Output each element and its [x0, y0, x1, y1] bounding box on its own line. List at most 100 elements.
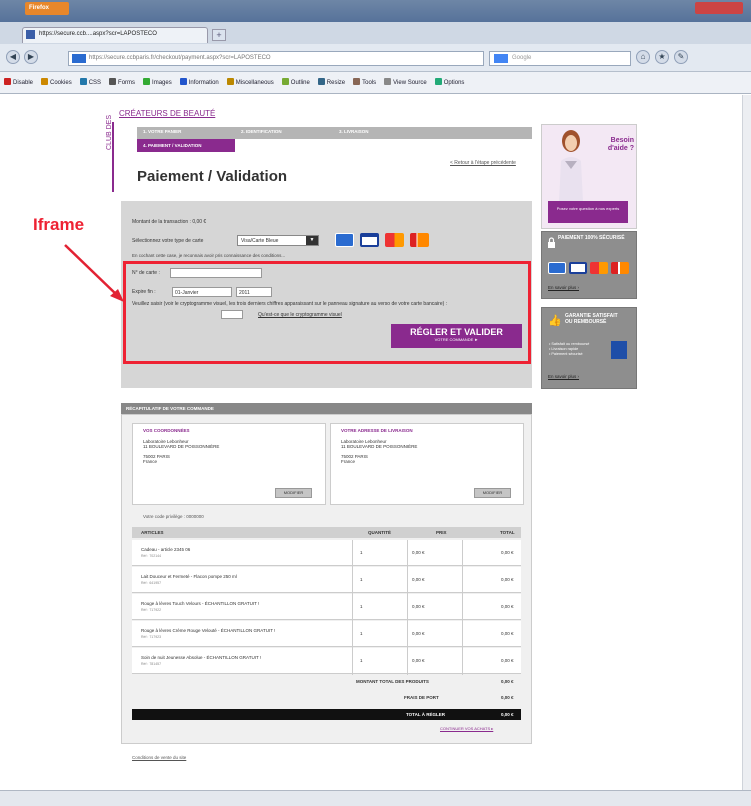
toolbar-item-label: View Source — [393, 80, 427, 86]
toolbar-item-cookies[interactable]: Cookies — [41, 78, 72, 86]
visa-logo — [360, 233, 379, 247]
product-quantity: 1 — [360, 604, 363, 609]
firefox-menu-button[interactable]: Firefox — [25, 2, 69, 15]
toolbar-item-tools[interactable]: Tools — [353, 78, 377, 86]
shipping-cost-label: FRAIS DE PORT — [404, 695, 439, 700]
toolbar-item-icon — [109, 78, 117, 85]
visa-logo — [569, 262, 587, 274]
secure-payment-title: PAIEMENT 100% SÉCURISÉ — [558, 235, 625, 241]
toolbar-item-css[interactable]: CSS — [79, 78, 101, 86]
address-line: France — [143, 459, 158, 464]
product-price: 0,00 € — [412, 658, 425, 663]
amex-logo — [611, 262, 629, 274]
bookmarks-icon[interactable]: ★ — [655, 50, 669, 64]
toolbar-item-icon — [143, 78, 151, 85]
product-price: 0,00 € — [412, 577, 425, 582]
carte-bleue-logo — [335, 233, 354, 247]
guarantee-learn-more-link[interactable]: En savoir plus › — [548, 374, 579, 379]
toolbar-item-view-source[interactable]: View Source — [384, 78, 427, 86]
amex-logo — [410, 233, 429, 247]
card-number-input[interactable] — [170, 268, 262, 278]
table-row: Rouge à lèvres Crème Rouge Velouté - ÉCH… — [132, 621, 521, 648]
product-name: Rouge à lèvres Touch Velours - ÉCHANTILL… — [141, 601, 260, 606]
subtotal-label: MONTANT TOTAL DES PRODUITS — [356, 679, 429, 684]
thumbs-up-icon: 👍 — [548, 315, 562, 327]
webdeveloper-toolbar: Disable Cookies CSS Forms Images Information M… — [0, 72, 751, 94]
toolbar-item-outline[interactable]: Outline — [281, 78, 310, 86]
addon-icon[interactable]: ✎ — [674, 50, 688, 64]
new-tab-button[interactable]: + — [212, 29, 226, 41]
home-icon[interactable]: ⌂ — [636, 50, 650, 64]
search-engine-icon[interactable] — [494, 54, 508, 63]
table-row: Rouge à lèvres Touch Velours - ÉCHANTILL… — [132, 594, 521, 621]
back-button[interactable]: ◀ — [6, 50, 20, 64]
forward-button[interactable]: ▶ — [24, 50, 38, 64]
grand-total-label: TOTAL À RÉGLER — [406, 712, 446, 717]
step-delivery[interactable]: 3. LIVRAISON — [339, 129, 369, 134]
site-identity-icon[interactable] — [72, 54, 86, 63]
toolbar-item-information[interactable]: Information — [179, 78, 219, 86]
product-ref: Réf : 717922 — [141, 608, 162, 612]
grand-total-value: 0,00 € — [501, 712, 514, 717]
product-ref: Réf : 717923 — [141, 635, 162, 639]
terms-of-sale-link[interactable]: Conditions de vente du site — [132, 755, 186, 760]
toolbar-item-miscellaneous[interactable]: Miscellaneous — [226, 78, 274, 86]
column-divider — [407, 648, 408, 675]
toolbar-item-label: Forms — [118, 80, 136, 86]
step-identification[interactable]: 2. IDENTIFICATION — [241, 129, 282, 134]
iframe-annotation-label: Iframe — [33, 215, 85, 234]
pay-validate-button[interactable]: RÉGLER ET VALIDER VOTRE COMMANDE ► — [391, 324, 522, 348]
product-name: Lait Douceur et Fermeté - Flacon pompe 2… — [141, 574, 237, 579]
product-price: 0,00 € — [412, 631, 425, 636]
browser-tab[interactable]: https://secure.ccb....aspx?scr=LAPOSTECO — [22, 27, 208, 43]
window-controls[interactable] — [695, 2, 743, 14]
toolbar-item-options[interactable]: Options — [434, 78, 464, 86]
toolbar-item-forms[interactable]: Forms — [109, 78, 136, 86]
column-divider — [352, 621, 353, 648]
product-total: 0,00 € — [501, 658, 514, 663]
secure-learn-more-link[interactable]: En savoir plus › — [548, 285, 579, 290]
ask-expert-button[interactable]: Posez votre question à nos experts — [548, 201, 628, 223]
column-divider — [462, 567, 463, 594]
lock-icon — [548, 237, 555, 248]
url-bar[interactable]: https://secure.ccbparis.fr/checkout/paym… — [68, 51, 484, 66]
column-header-price: PRIX — [436, 530, 447, 535]
subtotal-value: 0,00 € — [501, 679, 514, 684]
modify-shipping-button[interactable]: MODIFIER — [474, 488, 511, 498]
mastercard-logo — [590, 262, 608, 274]
toolbar-item-disable[interactable]: Disable — [4, 78, 33, 86]
chevron-down-icon[interactable]: ▼ — [306, 236, 318, 245]
search-input[interactable]: Google — [489, 51, 631, 66]
toolbar-item-images[interactable]: Images — [143, 78, 172, 86]
expiry-year-select[interactable]: 2011 — [236, 287, 272, 297]
cvv-help-link[interactable]: Qu'est-ce que le cryptogramme visuel — [258, 312, 342, 318]
subtotal-row: MONTANT TOTAL DES PRODUITS 0,00 € — [352, 676, 521, 687]
cvv-input[interactable] — [221, 310, 243, 319]
back-link[interactable]: < Retour à l'étape précédente — [450, 160, 516, 166]
step-cart[interactable]: 1. VOTRE PANIER — [143, 129, 181, 134]
toolbar-item-icon — [226, 78, 234, 85]
column-divider — [407, 540, 408, 567]
trust-badge-icon — [611, 341, 627, 359]
brand-logo[interactable]: CRÉATEURS DE BEAUTÉ — [119, 109, 215, 118]
modify-billing-button[interactable]: MODIFIER — [275, 488, 312, 498]
expiry-label: Expire fin : — [132, 289, 156, 295]
product-quantity: 1 — [360, 631, 363, 636]
table-row: Lait Douceur et Fermeté - Flacon pompe 2… — [132, 567, 521, 594]
remember-checkbox-label[interactable]: En cochant cette case, je reconnais avoi… — [132, 253, 285, 258]
expiry-month-select[interactable]: 01-Janvier — [172, 287, 232, 297]
product-total: 0,00 € — [501, 550, 514, 555]
products-table-header — [132, 527, 521, 538]
mastercard-logo — [385, 233, 404, 247]
promo-code-text: Votre code privilège : 0000000 — [143, 514, 204, 519]
product-ref: Réf : 702144 — [141, 554, 162, 558]
toolbar-item-icon — [384, 78, 392, 85]
toolbar-item-label: Tools — [362, 80, 377, 86]
column-divider — [462, 621, 463, 648]
product-quantity: 1 — [360, 550, 363, 555]
continue-shopping-link[interactable]: CONTINUER VOS ACHATS ▸ — [440, 726, 493, 731]
vertical-scrollbar[interactable] — [742, 95, 751, 790]
product-name: Cadeau - article 2345 06 — [141, 547, 191, 552]
address-line: France — [341, 459, 356, 464]
toolbar-item-resize[interactable]: Resize — [317, 78, 345, 86]
